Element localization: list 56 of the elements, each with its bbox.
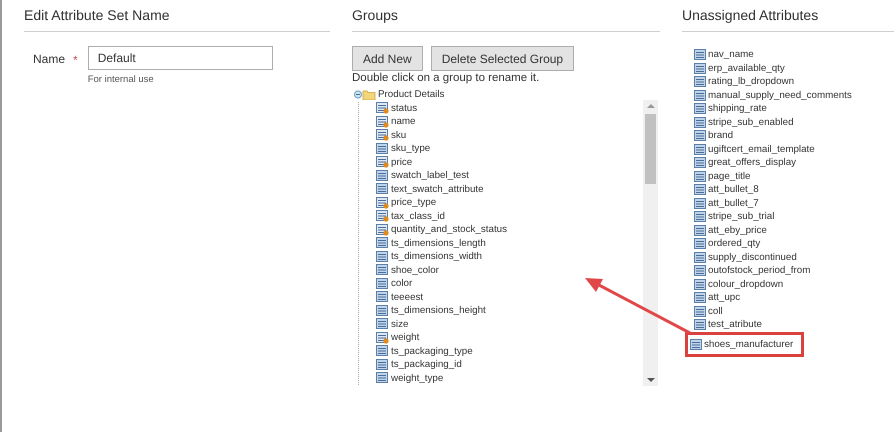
tree-item[interactable]: sku_type bbox=[391, 143, 430, 154]
tree-item[interactable]: sku bbox=[391, 130, 406, 141]
tree-item[interactable]: text_swatch_attribute bbox=[391, 184, 484, 195]
tree-item[interactable]: status bbox=[391, 102, 418, 114]
section-title: Edit Attribute Set Name bbox=[24, 0, 330, 32]
attribute-icon bbox=[694, 224, 706, 236]
tree-item[interactable]: quantity_and_stock_status bbox=[391, 224, 508, 236]
attribute-icon bbox=[690, 338, 702, 350]
attribute-icon bbox=[694, 170, 706, 182]
attribute-icon bbox=[694, 62, 706, 74]
tree-item[interactable]: ts_packaging_id bbox=[391, 359, 462, 370]
attribute-icon bbox=[694, 116, 706, 128]
toolbar-button[interactable]: Add New bbox=[352, 46, 423, 71]
tree-item[interactable]: color bbox=[391, 278, 412, 290]
attribute-icon bbox=[694, 265, 706, 276]
field-note: For internal use bbox=[88, 74, 155, 85]
tree-item[interactable]: weight bbox=[391, 332, 420, 344]
tree-item[interactable]: teeeest bbox=[391, 292, 424, 303]
tree-item[interactable]: ts_packaging_type bbox=[391, 346, 473, 357]
field-label: Name bbox=[33, 52, 66, 66]
tree-item[interactable]: ts_dimensions_length bbox=[391, 238, 486, 249]
tree-group[interactable]: Product Details bbox=[378, 89, 444, 100]
attribute-icon bbox=[694, 90, 706, 101]
attribute-item[interactable]: shoes_manufacturer bbox=[685, 332, 804, 357]
attribute-icon bbox=[694, 184, 706, 196]
attribute-icon bbox=[694, 319, 706, 330]
tree-item[interactable]: ts_dimensions_height bbox=[391, 305, 486, 316]
toolbar-button[interactable]: Delete Selected Group bbox=[430, 46, 574, 71]
scrollbar[interactable] bbox=[643, 100, 658, 386]
tree-item[interactable]: shoe_color bbox=[391, 264, 439, 276]
tree-item[interactable]: ts_dimensions_width bbox=[391, 251, 482, 262]
attribute-icon bbox=[694, 238, 706, 250]
attribute-icon bbox=[694, 211, 706, 222]
attribute-icon bbox=[694, 130, 706, 142]
attribute-icon bbox=[694, 49, 706, 60]
tree-item[interactable]: swatch_label_test bbox=[391, 170, 469, 182]
tree-item[interactable]: name bbox=[391, 116, 416, 128]
attribute-icon bbox=[694, 292, 706, 304]
attribute-icon bbox=[694, 198, 706, 209]
attribute-icon bbox=[694, 278, 706, 290]
attribute-icon bbox=[694, 252, 706, 263]
tree-item[interactable]: tax_class_id bbox=[391, 210, 445, 222]
tree-item[interactable]: weight_type bbox=[391, 372, 444, 384]
attribute-icon bbox=[694, 144, 706, 155]
attribute-icon bbox=[694, 103, 706, 114]
name-input[interactable]: Default bbox=[88, 46, 273, 70]
section-title: Unassigned Attributes bbox=[682, 0, 894, 32]
attribute-icon bbox=[694, 306, 706, 317]
hint-text: Double click on a group to rename it. bbox=[352, 72, 540, 84]
attribute-icon bbox=[694, 76, 706, 88]
attribute-icon bbox=[694, 157, 706, 168]
section-title: Groups bbox=[352, 0, 660, 32]
tree-item[interactable]: price bbox=[391, 156, 412, 168]
tree-item[interactable]: price_type bbox=[391, 197, 436, 208]
tree-item[interactable]: size bbox=[391, 318, 408, 330]
required-mark: * bbox=[73, 53, 78, 67]
